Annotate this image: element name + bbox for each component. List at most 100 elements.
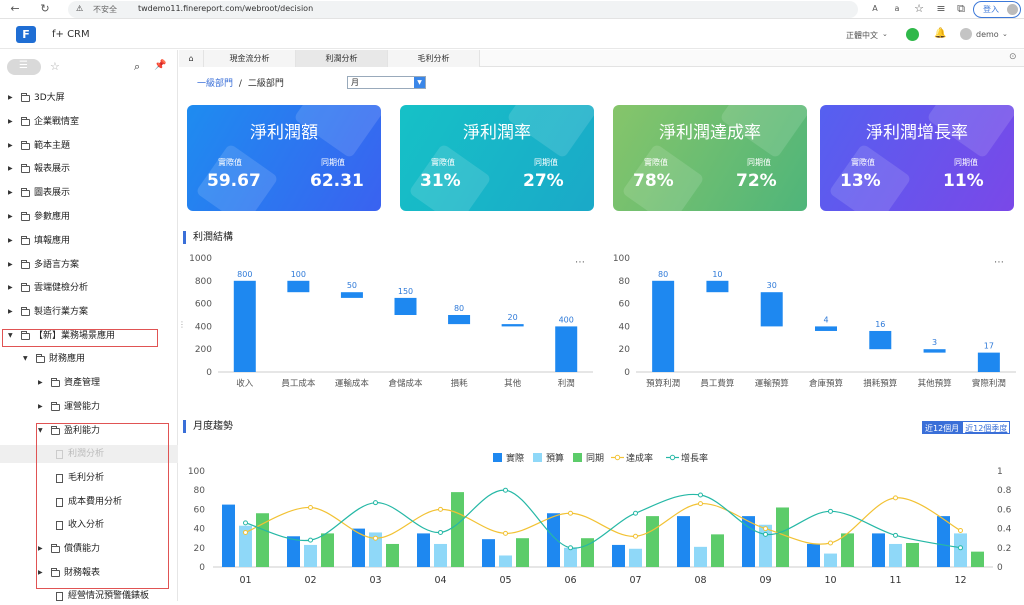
sidebar-item-label: 運營能力 — [64, 402, 101, 412]
chevron-right-icon[interactable]: ▶ — [8, 184, 13, 202]
x-tick-label: 收入 — [236, 378, 254, 389]
translate-icon[interactable]: a — [890, 2, 904, 16]
chevron-right-icon[interactable]: ▶ — [8, 232, 13, 250]
y-tick-label: 20 — [619, 345, 631, 355]
collections-icon[interactable]: ⧉ — [954, 2, 968, 16]
menu-toggle-button[interactable]: ☰ — [7, 59, 41, 75]
line-point — [503, 530, 508, 536]
favorite-icon[interactable]: ☆ — [912, 2, 926, 16]
x-tick-label: 04 — [434, 575, 446, 586]
language-select[interactable]: 正體中文 — [846, 30, 878, 41]
read-aloud-icon[interactable]: A — [868, 2, 882, 16]
x-tick-label: 倉儲成本 — [388, 378, 423, 389]
sidebar-item[interactable]: ▶ 報表展示 — [0, 160, 178, 178]
chevron-right-icon[interactable]: ▶ — [38, 374, 43, 392]
kpi-prior-label: 同期值 — [954, 158, 978, 167]
x-tick-label: 倉庫預算 — [809, 378, 844, 389]
chevron-down-icon: ⌄ — [882, 30, 888, 38]
sidebar-item[interactable]: ▶ 填報應用 — [0, 232, 178, 250]
data-label: 17 — [984, 342, 994, 351]
y-tick-label: 200 — [195, 345, 212, 355]
sidebar-item[interactable]: ▶ 企業戰情室 — [0, 113, 178, 131]
line-point — [763, 531, 768, 537]
sidebar-item[interactable]: ▶ 參數應用 — [0, 208, 178, 226]
sidebar-item[interactable]: ▶ 多語言方案 — [0, 256, 178, 274]
bell-icon[interactable]: 🔔 — [934, 28, 946, 39]
highlight-box — [36, 423, 169, 589]
address-bar[interactable]: ⚠ 不安全 twdemo11.finereport.com/webroot/de… — [68, 1, 858, 18]
y-tick-label: 0 — [199, 563, 205, 573]
chevron-right-icon[interactable]: ▶ — [8, 279, 13, 297]
app-header: F f+ CRM 正體中文 ⌄ 🔔 demo ⌄ — [0, 20, 1024, 49]
tab-gross-margin[interactable]: 毛利分析 — [388, 50, 480, 67]
sidebar-item[interactable]: ▶ 圖表展示 — [0, 184, 178, 202]
waterfall-bar — [394, 297, 417, 315]
folder-icon — [21, 117, 30, 126]
breadcrumb-level1[interactable]: 一級部門 — [197, 79, 233, 89]
sidebar-item[interactable]: ▶ 製造行業方案 — [0, 303, 178, 321]
chevron-down-icon[interactable]: ▼ — [23, 350, 28, 368]
sidebar-item-label: 圖表展示 — [34, 188, 71, 198]
kpi-card: 淨利潤達成率 實際值 同期值 78% 72% — [613, 105, 807, 211]
warning-icon: ⚠ — [76, 4, 84, 13]
tab-cash-flow[interactable]: 現金流分析 — [204, 50, 296, 67]
chevron-right-icon[interactable]: ▶ — [8, 303, 13, 321]
kpi-actual-label: 實際值 — [851, 158, 875, 167]
y-tick-label: 800 — [195, 277, 212, 287]
pin-icon[interactable]: 📌 — [154, 60, 166, 71]
chevron-down-icon[interactable]: ▼ — [414, 77, 425, 88]
legend-label: 同期 — [586, 453, 604, 464]
chevron-right-icon[interactable]: ▶ — [38, 398, 43, 416]
more-icon[interactable]: ⊙ — [1009, 52, 1017, 62]
line-point — [243, 529, 248, 535]
y2-tick-label: 0.6 — [997, 505, 1012, 515]
waterfall-bar — [923, 349, 946, 353]
sidebar-item[interactable]: ▼ 財務應用 — [0, 350, 178, 368]
search-icon[interactable]: ⌕ — [134, 60, 140, 74]
sidebar-item-label: 經營情況預警儀錶板 — [68, 591, 150, 601]
sidebar-item[interactable]: ▶ 雲端健檢分析 — [0, 279, 178, 297]
user-avatar[interactable] — [960, 28, 972, 40]
sidebar-item[interactable]: ▶ 3D大屏 — [0, 89, 178, 107]
chevron-right-icon[interactable]: ▶ — [8, 208, 13, 226]
bar-prior — [776, 507, 789, 567]
drag-handle-icon[interactable]: ⋮ — [178, 320, 186, 329]
x-tick-label: 其他 — [504, 378, 522, 389]
chevron-right-icon[interactable]: ▶ — [8, 160, 13, 178]
waterfall-bar — [706, 280, 729, 293]
status-icon[interactable] — [906, 28, 919, 41]
y-tick-label: 0 — [624, 368, 630, 378]
back-icon[interactable]: ← — [8, 2, 22, 16]
document-icon — [56, 592, 63, 601]
chevron-right-icon[interactable]: ▶ — [8, 256, 13, 274]
home-icon[interactable]: ⌂ — [179, 50, 204, 67]
favorites-list-icon[interactable]: ≡ — [934, 2, 948, 16]
sidebar-item[interactable]: ▶ 範本主題 — [0, 137, 178, 155]
kpi-prior-label: 同期值 — [534, 158, 558, 167]
waterfall-chart-budget: 0 20 40 60 80 100 80 預算利潤 10 員工費算 30 運輸預算 4 倉庫預算 16 損耗預… — [606, 250, 1020, 399]
more-icon[interactable]: ⋯ — [994, 257, 1004, 268]
sidebar-item[interactable]: 經營情況預警儀錶板 — [0, 587, 178, 605]
folder-icon — [21, 307, 30, 316]
x-tick-label: 利潤 — [558, 378, 575, 389]
folder-icon — [21, 260, 30, 269]
sidebar-item[interactable]: ▶ 運營能力 — [0, 398, 178, 416]
chevron-right-icon[interactable]: ▶ — [8, 113, 13, 131]
y-tick-label: 400 — [195, 322, 212, 332]
sidebar-item-label: 多語言方案 — [34, 260, 80, 270]
data-label: 16 — [875, 320, 885, 329]
star-icon[interactable]: ☆ — [50, 60, 60, 73]
reload-icon[interactable]: ↻ — [38, 2, 52, 16]
user-name[interactable]: demo — [976, 30, 999, 39]
link-12-months[interactable]: 近12個月 — [922, 421, 963, 434]
breadcrumb-level2: 二級部門 — [247, 79, 284, 89]
tab-profit-analysis[interactable]: 利潤分析 — [296, 50, 388, 67]
month-select[interactable]: 月 ▼ — [347, 76, 426, 89]
waterfall-bar — [652, 280, 675, 372]
chevron-right-icon[interactable]: ▶ — [8, 89, 13, 107]
sidebar-item[interactable]: ▶ 資產管理 — [0, 374, 178, 392]
login-button[interactable]: 登入 — [973, 1, 1021, 18]
chevron-right-icon[interactable]: ▶ — [8, 137, 13, 155]
link-12-quarters[interactable]: 近12個季度 — [962, 421, 1011, 434]
more-icon[interactable]: ⋯ — [575, 257, 585, 268]
